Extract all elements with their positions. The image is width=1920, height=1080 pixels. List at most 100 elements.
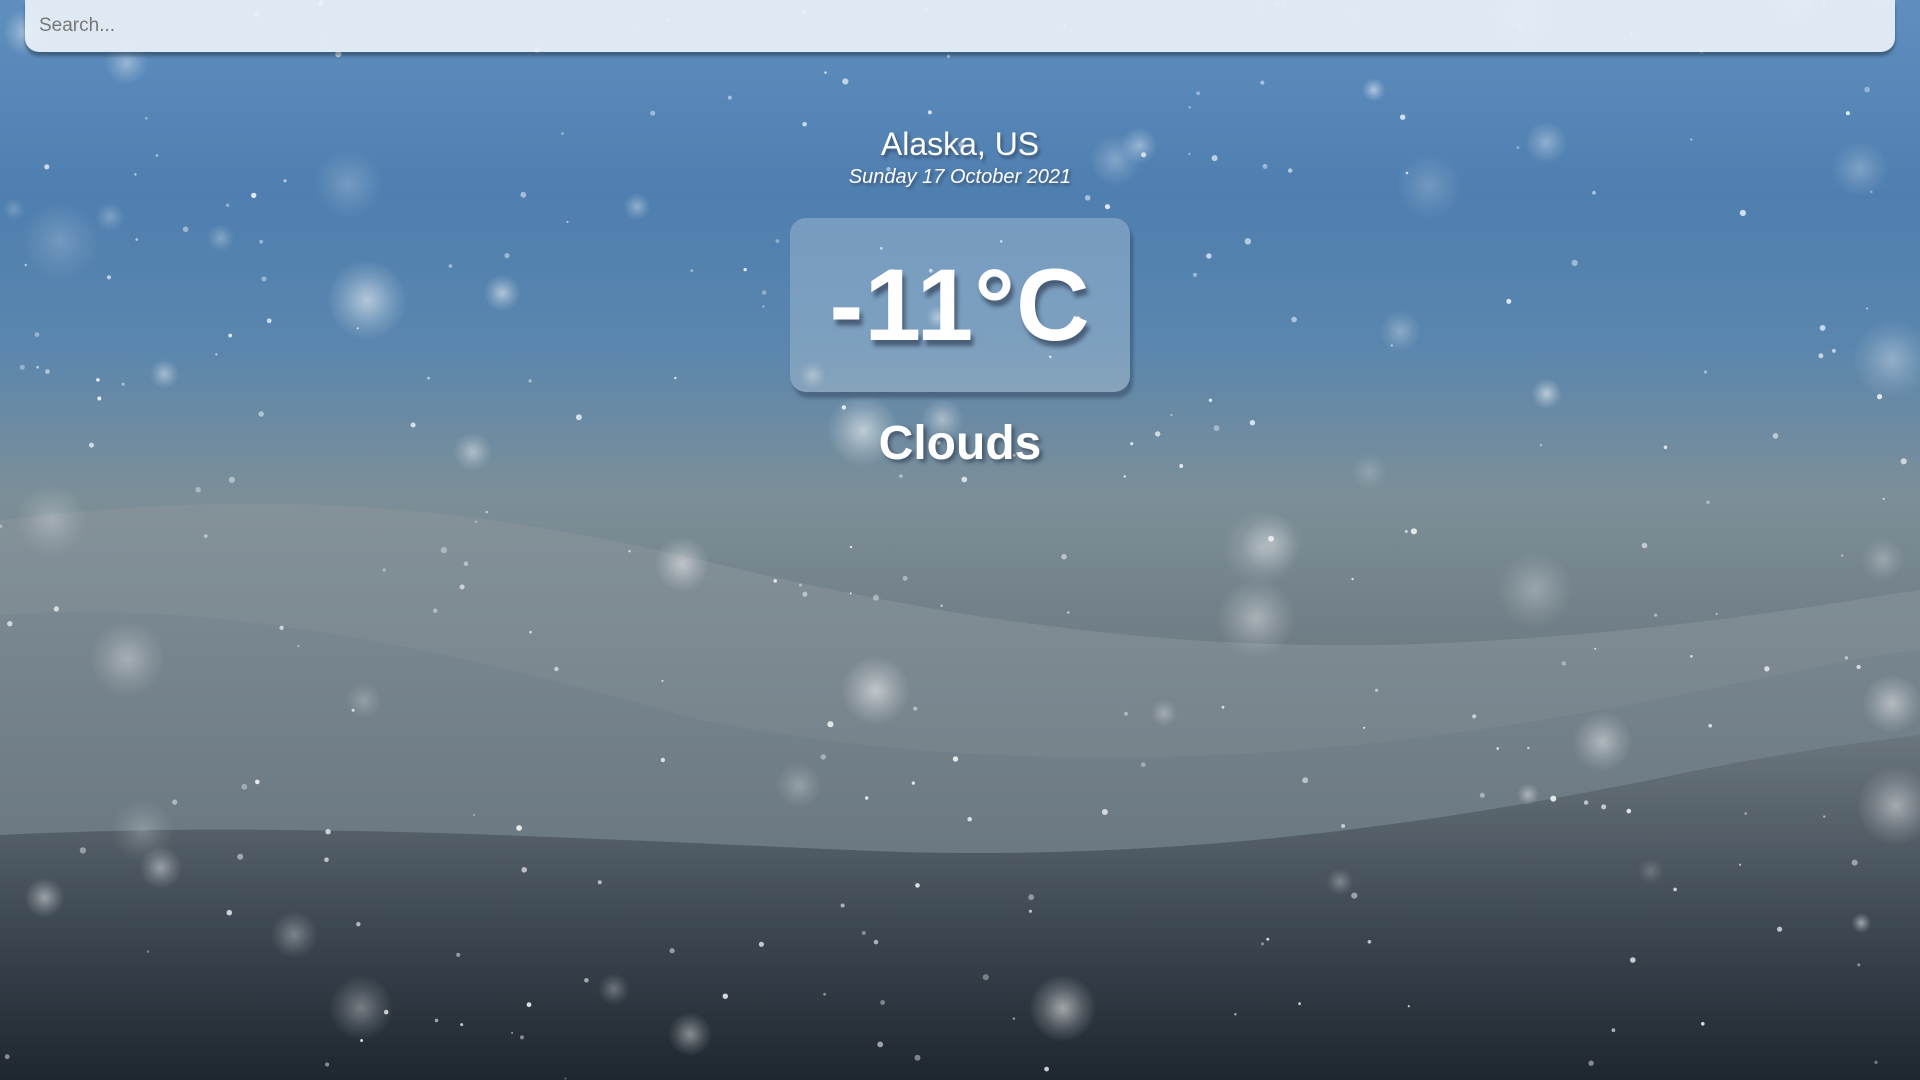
snowflake	[1841, 554, 1844, 557]
snowflake	[324, 857, 329, 862]
snowflake	[873, 594, 879, 601]
snowflake	[520, 1035, 524, 1040]
snowflake	[1061, 554, 1067, 560]
blurred-snowflake	[1243, 513, 1304, 574]
blurred-snowflake	[654, 536, 710, 592]
snowflake	[1221, 705, 1225, 709]
snowflake	[1028, 909, 1032, 913]
snowflake	[1845, 111, 1850, 116]
snowflake	[597, 880, 602, 885]
snowflake	[661, 679, 664, 683]
blurred-snowflake	[1851, 912, 1872, 934]
snowflake	[1583, 800, 1589, 805]
snowflake	[650, 110, 656, 116]
weather-box: -11°C Clouds	[0, 218, 1920, 471]
snowflake	[1527, 746, 1530, 750]
blurred-snowflake	[1637, 858, 1664, 885]
snowflake	[758, 941, 765, 947]
snowflake	[982, 974, 989, 981]
snowflake	[1123, 475, 1126, 478]
location-name: Alaska, US	[880, 126, 1040, 162]
snowflake	[1701, 1022, 1705, 1026]
snowflake	[660, 757, 666, 763]
snowflake	[53, 606, 60, 612]
snowflake	[1044, 1066, 1049, 1072]
snowflake	[1375, 688, 1379, 692]
snowflake	[1550, 795, 1557, 802]
snowflake	[516, 825, 522, 831]
blurred-snowflake	[1496, 551, 1574, 628]
snowflake	[1472, 714, 1477, 719]
blurred-snowflake	[623, 192, 651, 221]
blurred-snowflake	[775, 762, 822, 809]
snowflake	[1234, 1013, 1237, 1016]
snowflake	[4, 1054, 10, 1060]
snowflake	[564, 1077, 567, 1080]
search-bar	[25, 0, 1895, 52]
snowflake	[773, 579, 777, 583]
snowflake	[842, 78, 849, 85]
snowflake	[899, 474, 903, 478]
snowflake	[1856, 664, 1861, 670]
current-date: Sunday 17 October 2021	[848, 166, 1072, 188]
snowflake	[1084, 195, 1091, 201]
snowflake	[940, 604, 943, 607]
blurred-snowflake	[345, 682, 383, 719]
weather-condition: Clouds	[878, 417, 1042, 470]
snowflake	[440, 546, 448, 554]
blurred-snowflake	[1516, 783, 1540, 806]
blurred-snowflake	[270, 911, 318, 959]
snowflake	[144, 116, 148, 120]
snowflake	[914, 1054, 921, 1061]
snowflake	[475, 520, 478, 523]
snowflake	[1690, 655, 1693, 658]
snowflake	[849, 545, 853, 549]
snowflake	[228, 476, 235, 483]
blurred-snowflake	[1216, 578, 1296, 658]
snowflake	[463, 561, 469, 566]
snowflake	[1874, 1060, 1878, 1064]
snowflake	[1496, 747, 1500, 750]
snowflake	[952, 756, 959, 762]
snowflake	[1363, 726, 1366, 729]
snowflake	[1594, 647, 1597, 650]
snowflake	[432, 608, 438, 614]
snowflake	[1260, 80, 1265, 85]
snowflake	[1123, 711, 1129, 716]
snowflake	[241, 783, 248, 790]
snowflake	[669, 948, 675, 954]
blurred-snowflake	[597, 972, 631, 1006]
snowflake	[722, 993, 728, 999]
snowflake	[840, 903, 845, 908]
snowflake	[1864, 86, 1870, 93]
snowflake	[1764, 666, 1770, 672]
snowflake	[873, 939, 879, 945]
snowflake	[1777, 926, 1783, 932]
snowflake	[861, 931, 866, 935]
blurred-snowflake	[1029, 974, 1097, 1042]
snowflake	[880, 1000, 885, 1005]
snowflake	[927, 110, 932, 115]
snowflake	[913, 706, 918, 711]
snowflake	[146, 950, 150, 953]
blurred-snowflake	[15, 484, 88, 557]
snowflake	[460, 1023, 464, 1027]
snowflake	[1266, 937, 1270, 941]
snowflake	[203, 534, 208, 538]
snowflake	[456, 952, 461, 957]
blurred-snowflake	[668, 1012, 712, 1057]
snowflake	[1592, 190, 1596, 195]
snowflake	[967, 816, 972, 822]
snowflake	[1739, 209, 1746, 217]
snowflake	[1626, 808, 1632, 814]
snowflake	[1367, 940, 1372, 944]
snowflake	[251, 192, 257, 199]
snowflake	[1708, 723, 1712, 728]
snowflake	[820, 754, 826, 760]
snowflake	[877, 1041, 884, 1048]
snowflake	[226, 909, 233, 916]
search-input[interactable]	[25, 0, 1895, 52]
snowflake	[1351, 892, 1358, 899]
snowflake	[195, 487, 201, 493]
snowflake	[628, 550, 631, 553]
